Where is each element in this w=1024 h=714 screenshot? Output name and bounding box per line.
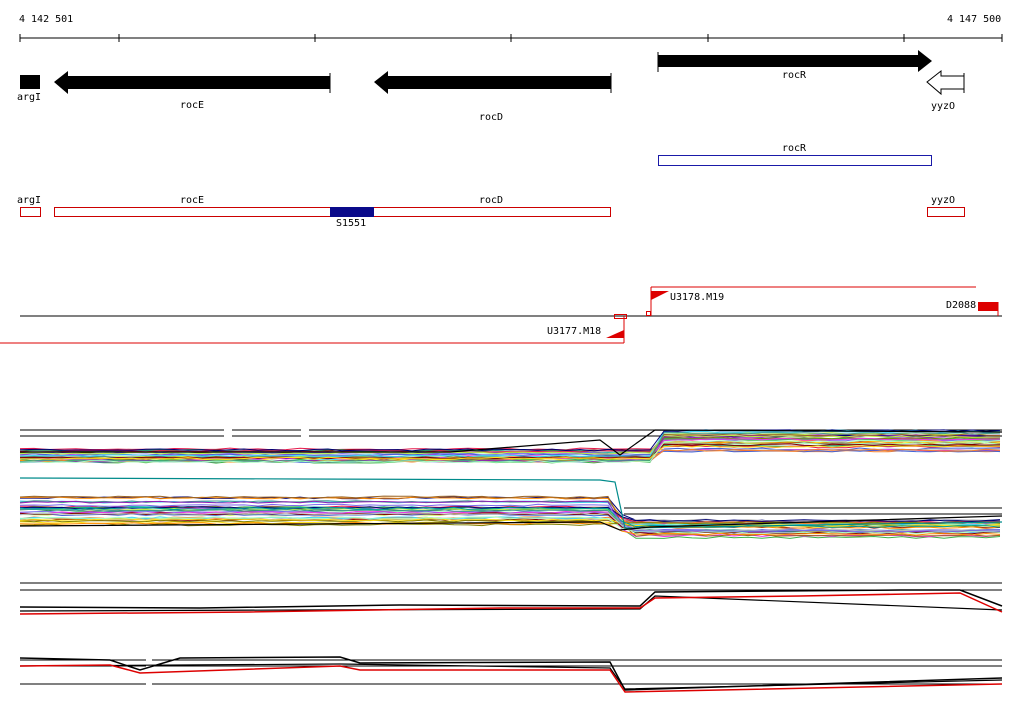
annotation-label-yyzO: yyzO (931, 195, 956, 206)
profile-trace (19, 663, 1003, 690)
track-canvas (0, 34, 1003, 693)
annotation-label-s-feature: S1551 (336, 218, 367, 229)
tu-forward-flag[interactable] (651, 291, 669, 300)
annotation-label-rocD: rocD (479, 195, 504, 206)
gene-label-argI: argI (17, 92, 42, 103)
genome-browser-view: 4 142 501 4 147 500 argI rocE rocD rocR … (0, 0, 1024, 714)
tu-label-reverse: U3177.M18 (547, 326, 602, 337)
expression-profiles-panel-3 (19, 655, 1003, 693)
tu-label-right-marker: D2088 (946, 300, 977, 311)
profile-trace (19, 656, 1003, 691)
gene-yyzO[interactable] (926, 69, 965, 96)
gene-label-rocD: rocD (479, 112, 504, 123)
annotation-label-rocE: rocE (180, 195, 205, 206)
tu-reverse-flag[interactable] (606, 330, 624, 338)
gene-label-rocR: rocR (782, 70, 807, 81)
transcript-rocR[interactable] (658, 155, 932, 166)
gene-rocE[interactable] (54, 71, 330, 94)
gene-argI[interactable] (20, 75, 40, 89)
annotation-yyzO[interactable] (927, 207, 965, 217)
annotation-s-block[interactable] (330, 207, 374, 217)
transcript-label-rocR: rocR (782, 143, 807, 154)
gene-rocR[interactable] (658, 50, 932, 72)
gene-label-yyzO: yyzO (931, 101, 956, 112)
tu-label-forward: U3178.M19 (670, 292, 725, 303)
expression-profiles-panel-1 (19, 428, 1003, 539)
coordinate-ruler (19, 34, 1003, 42)
expression-profiles-panel-2 (19, 582, 1003, 615)
annotation-label-argI: argI (17, 195, 42, 206)
profile-trace (19, 589, 1003, 609)
tu-right-marker[interactable] (978, 302, 998, 311)
profile-trace (19, 595, 1003, 612)
profile-trace (19, 664, 1003, 693)
gene-rocD[interactable] (374, 71, 611, 94)
annotation-argI[interactable] (20, 207, 41, 217)
transcription-unit-track (0, 286, 1002, 344)
gene-label-rocE: rocE (180, 100, 205, 111)
